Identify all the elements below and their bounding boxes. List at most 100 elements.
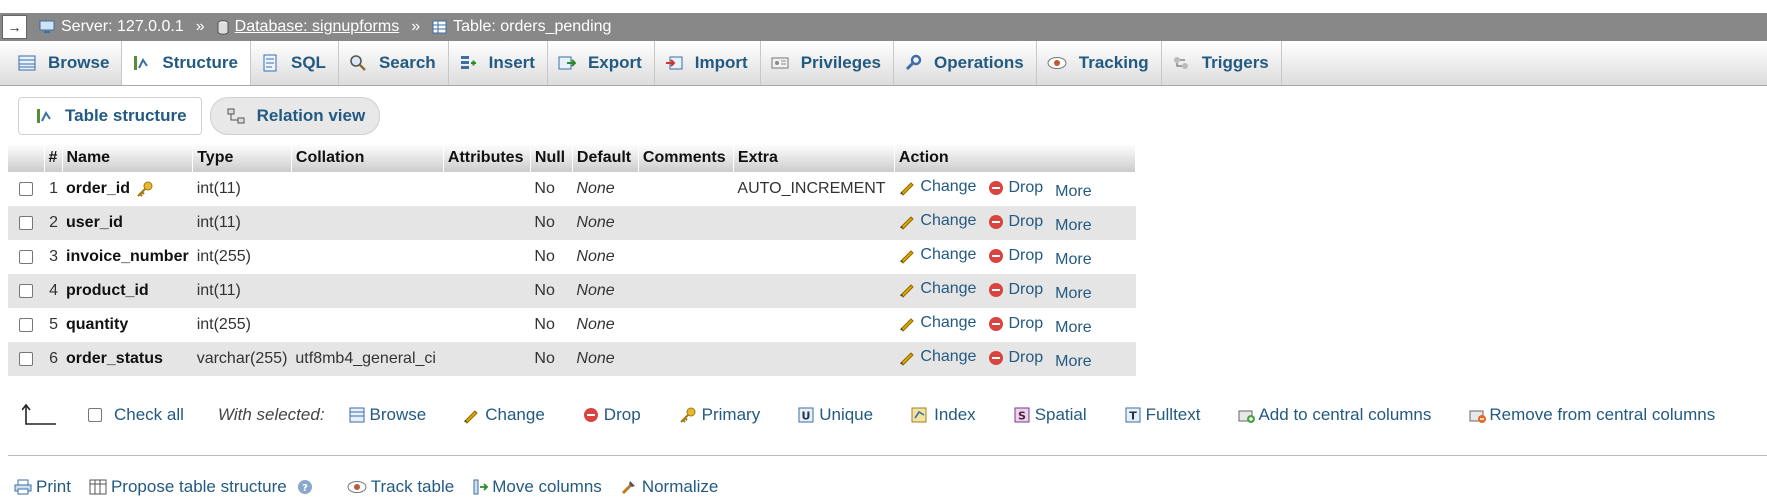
search-icon <box>349 54 367 72</box>
bulk-spatial-button[interactable]: S Spatial <box>1014 405 1087 425</box>
tab-search-label: Search <box>378 53 436 72</box>
collapse-arrow-button[interactable]: → <box>2 15 27 39</box>
change-label: Change <box>920 177 977 195</box>
bulk-fulltext-button[interactable]: T Fulltext <box>1125 405 1200 425</box>
help-icon[interactable]: ? <box>297 479 313 495</box>
change-button[interactable]: Change <box>898 314 976 332</box>
drop-button[interactable]: Drop <box>988 315 1043 333</box>
propose-structure-label: Propose table structure <box>110 477 287 496</box>
print-link[interactable]: Print <box>14 477 71 497</box>
column-collation <box>291 172 444 206</box>
table-row: 2 user_id int(11) No None Change Drop More <box>8 206 1136 240</box>
drop-label: Drop <box>1008 348 1044 366</box>
bulk-remove-central-button[interactable]: Remove from central columns <box>1469 405 1715 425</box>
change-button[interactable]: Change <box>898 212 976 230</box>
track-table-link[interactable]: Track table <box>347 477 454 497</box>
change-button[interactable]: Change <box>898 178 976 196</box>
change-button[interactable]: Change <box>898 348 976 366</box>
pencil-icon <box>898 212 916 230</box>
bulk-unique-button[interactable]: U Unique <box>798 405 873 425</box>
column-comments <box>638 342 734 376</box>
more-button[interactable]: More <box>1055 251 1091 269</box>
tab-structure[interactable]: Structure <box>122 41 251 85</box>
drop-icon <box>988 248 1004 264</box>
tab-operations[interactable]: Operations <box>894 41 1037 85</box>
drop-button[interactable]: Drop <box>988 247 1043 265</box>
structure-subtabs: Table structure Relation view <box>18 97 381 135</box>
breadcrumb-server[interactable]: Server: 127.0.0.1 <box>39 18 184 36</box>
more-button[interactable]: More <box>1055 285 1091 303</box>
main-tabs: Browse Structure SQL Search Insert Expor… <box>0 41 1767 86</box>
tab-export-label: Export <box>587 53 642 72</box>
move-columns-link[interactable]: Move columns <box>472 477 602 497</box>
subtab-table-structure[interactable]: Table structure <box>18 97 202 135</box>
normalize-link[interactable]: Normalize <box>620 477 718 497</box>
column-collation <box>291 240 444 274</box>
bulk-change-button[interactable]: Change <box>462 405 545 425</box>
header-null[interactable]: Null <box>530 144 573 172</box>
header-collation[interactable]: Collation <box>291 144 444 172</box>
drop-button[interactable]: Drop <box>988 349 1043 367</box>
header-comments[interactable]: Comments <box>638 144 734 172</box>
more-button[interactable]: More <box>1055 319 1091 337</box>
check-all-label[interactable]: Check all <box>114 405 184 425</box>
bulk-add-central-button[interactable]: Add to central columns <box>1238 405 1431 425</box>
row-checkbox[interactable] <box>8 342 44 376</box>
column-null: No <box>530 240 573 274</box>
change-button[interactable]: Change <box>898 280 976 298</box>
tab-tracking[interactable]: Tracking <box>1037 41 1162 85</box>
breadcrumb-table[interactable]: Table: orders_pending <box>432 18 611 36</box>
change-button[interactable]: Change <box>898 246 976 264</box>
row-checkbox[interactable] <box>8 274 44 308</box>
tab-sql[interactable]: SQL <box>251 41 339 85</box>
header-checkbox-cell <box>8 144 45 172</box>
check-all-checkbox[interactable] <box>88 408 102 422</box>
more-button[interactable]: More <box>1055 353 1091 371</box>
svg-text:S: S <box>1018 410 1026 423</box>
tab-triggers[interactable]: Triggers <box>1162 41 1282 85</box>
header-type[interactable]: Type <box>192 144 292 172</box>
drop-label: Drop <box>1008 246 1044 264</box>
bulk-change-label: Change <box>485 405 545 424</box>
more-button[interactable]: More <box>1055 183 1091 201</box>
column-name-text: quantity <box>66 316 129 333</box>
propose-structure-link[interactable]: Propose table structure ? <box>89 477 317 497</box>
more-button[interactable]: More <box>1055 217 1091 235</box>
drop-button[interactable]: Drop <box>988 281 1043 299</box>
bulk-browse-button[interactable]: Browse <box>349 405 426 425</box>
svg-text:U: U <box>802 410 811 423</box>
table-row: 5 quantity int(255) No None Change Drop More <box>8 308 1136 342</box>
pencil-icon <box>462 406 480 424</box>
tab-privileges[interactable]: Privileges <box>761 41 895 85</box>
relation-icon <box>227 107 245 125</box>
row-checkbox[interactable] <box>8 308 44 342</box>
tab-tracking-label: Tracking <box>1078 53 1149 72</box>
drop-button[interactable]: Drop <box>988 179 1043 197</box>
header-extra[interactable]: Extra <box>733 144 895 172</box>
header-default[interactable]: Default <box>572 144 639 172</box>
tab-browse-label: Browse <box>48 53 110 72</box>
column-name: quantity <box>62 308 193 342</box>
breadcrumb-database[interactable]: Database: signupforms <box>217 18 399 36</box>
subtab-relation-view[interactable]: Relation view <box>209 97 381 135</box>
column-comments <box>638 206 734 240</box>
header-attributes[interactable]: Attributes <box>443 144 531 172</box>
pencil-icon <box>898 178 916 196</box>
header-name[interactable]: Name <box>62 144 194 172</box>
drop-button[interactable]: Drop <box>988 213 1043 231</box>
bulk-index-button[interactable]: Index <box>911 405 976 425</box>
change-label: Change <box>920 347 977 365</box>
row-checkbox[interactable] <box>8 240 44 274</box>
row-checkbox[interactable] <box>8 172 44 206</box>
bulk-drop-button[interactable]: Drop <box>583 405 641 425</box>
tab-export[interactable]: Export <box>548 41 655 85</box>
bulk-primary-button[interactable]: Primary <box>679 405 760 425</box>
column-name: order_id <box>62 172 193 206</box>
column-default: None <box>572 206 639 240</box>
row-checkbox[interactable] <box>8 206 44 240</box>
tab-browse[interactable]: Browse <box>8 41 123 85</box>
tab-import[interactable]: Import <box>655 41 761 85</box>
bulk-unique-label: Unique <box>819 405 874 424</box>
tab-insert[interactable]: Insert <box>449 41 548 85</box>
tab-search[interactable]: Search <box>339 41 449 85</box>
